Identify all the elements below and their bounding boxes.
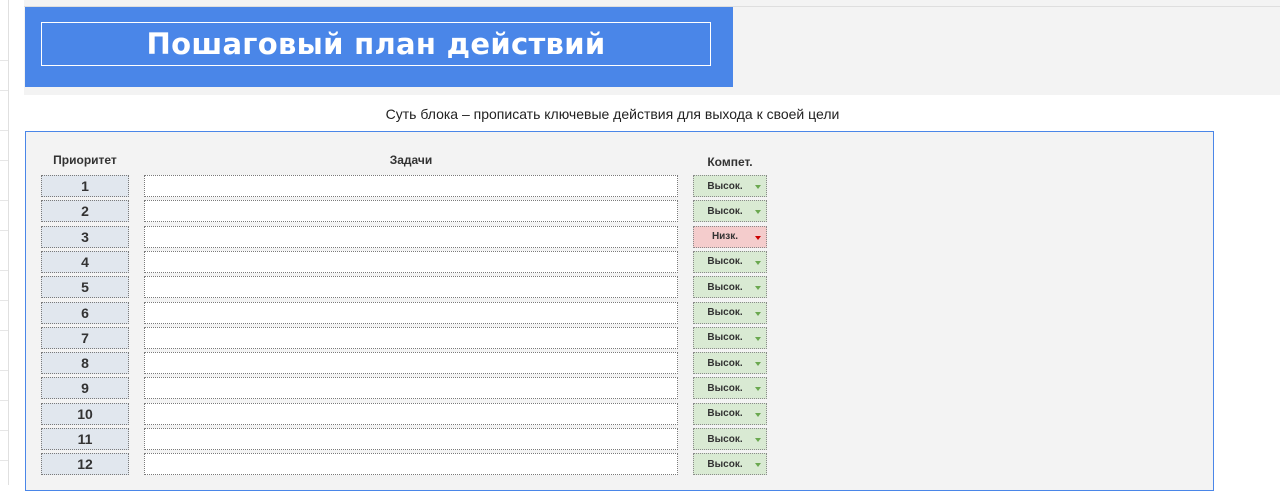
table-row: 4 Высок. [26, 250, 1213, 273]
priority-cell[interactable]: 3 [41, 225, 129, 248]
competence-value: Высок. [707, 382, 743, 394]
task-input[interactable] [144, 276, 678, 299]
competence-dropdown[interactable]: Высок. [693, 250, 767, 273]
table-row: 8 Высок. [26, 352, 1213, 375]
table-row: 12 Высок. [26, 453, 1213, 476]
competence-dropdown[interactable]: Низк. [693, 225, 767, 248]
sheet-left-gutter [0, 0, 9, 485]
competence-value: Высок. [707, 281, 743, 293]
dropdown-caret-icon[interactable] [755, 235, 761, 240]
task-input[interactable] [144, 301, 678, 324]
tasks-column-header: Задачи [389, 153, 433, 167]
dropdown-caret-icon[interactable] [755, 362, 761, 367]
competence-value: Высок. [707, 205, 743, 217]
competence-value: Высок. [707, 332, 743, 344]
task-input[interactable] [144, 200, 678, 223]
priority-cell[interactable]: 4 [41, 250, 129, 273]
competence-value: Высок. [707, 307, 743, 318]
dropdown-caret-icon[interactable] [755, 387, 761, 392]
priority-cell[interactable]: 12 [41, 453, 129, 476]
dropdown-caret-icon[interactable] [755, 210, 761, 215]
task-input[interactable] [144, 377, 678, 400]
task-input[interactable] [144, 225, 678, 248]
priority-cell[interactable]: 9 [41, 377, 129, 400]
competence-dropdown[interactable]: Высок. [693, 428, 767, 450]
priority-cell[interactable]: 7 [41, 326, 129, 349]
page-title: Пошаговый план действий [146, 27, 606, 61]
competence-dropdown[interactable]: Высок. [693, 301, 767, 324]
task-input[interactable] [144, 453, 678, 476]
competence-dropdown[interactable]: Высок. [693, 276, 767, 299]
competence-dropdown[interactable]: Высок. [693, 402, 767, 425]
priority-cell[interactable]: 8 [41, 352, 129, 375]
competence-dropdown[interactable]: Высок. [693, 200, 767, 223]
competence-dropdown[interactable]: Высок. [693, 326, 767, 349]
table-row: 1 Высок. [26, 175, 1213, 197]
dropdown-caret-icon[interactable] [755, 412, 761, 417]
dropdown-caret-icon[interactable] [755, 260, 761, 265]
competence-value: Высок. [707, 458, 743, 470]
competence-dropdown[interactable]: Высок. [693, 175, 767, 197]
action-plan-panel: Приоритет Задачи Компет. 1 Высок. 2 Высок. 3… [25, 131, 1214, 491]
priority-column-header: Приоритет [53, 153, 117, 167]
competence-value: Высок. [707, 180, 743, 192]
priority-cell[interactable]: 6 [41, 301, 129, 324]
task-input[interactable] [144, 402, 678, 425]
dropdown-caret-icon[interactable] [755, 311, 761, 316]
table-row: 6 Высок. [26, 301, 1213, 324]
task-input[interactable] [144, 352, 678, 375]
competence-value: Высок. [707, 408, 743, 420]
table-row: 7 Высок. [26, 326, 1213, 349]
priority-cell[interactable]: 5 [41, 276, 129, 299]
table-row: 2 Высок. [26, 200, 1213, 223]
title-block[interactable]: Пошаговый план действий [25, 7, 733, 87]
competence-dropdown[interactable]: Высок. [693, 352, 767, 375]
dropdown-caret-icon[interactable] [755, 185, 761, 189]
competence-value: Низк. [711, 231, 739, 243]
competence-value: Высок. [707, 357, 743, 369]
dropdown-caret-icon[interactable] [755, 463, 761, 468]
title-frame: Пошаговый план действий [41, 22, 711, 66]
table-row: 9 Высок. [26, 377, 1213, 400]
priority-cell[interactable]: 1 [41, 175, 129, 197]
task-input[interactable] [144, 428, 678, 450]
competence-value: Высок. [707, 256, 743, 268]
task-input[interactable] [144, 250, 678, 273]
task-input[interactable] [144, 175, 678, 197]
table-row: 5 Высок. [26, 276, 1213, 299]
priority-cell[interactable]: 2 [41, 200, 129, 223]
block-description: Суть блока – прописать ключевые действия… [385, 106, 840, 122]
priority-cell[interactable]: 10 [41, 402, 129, 425]
dropdown-caret-icon[interactable] [755, 286, 761, 291]
dropdown-caret-icon[interactable] [755, 336, 761, 341]
competence-dropdown[interactable]: Высок. [693, 453, 767, 476]
task-input[interactable] [144, 326, 678, 349]
dropdown-caret-icon[interactable] [755, 438, 761, 442]
table-row: 11 Высок. [26, 428, 1213, 450]
table-row: 10 Высок. [26, 402, 1213, 425]
priority-cell[interactable]: 11 [41, 428, 129, 450]
table-row: 3 Низк. [26, 225, 1213, 248]
competence-value: Высок. [707, 433, 743, 445]
competence-column-header: Компет. [707, 155, 753, 169]
competence-dropdown[interactable]: Высок. [693, 377, 767, 400]
